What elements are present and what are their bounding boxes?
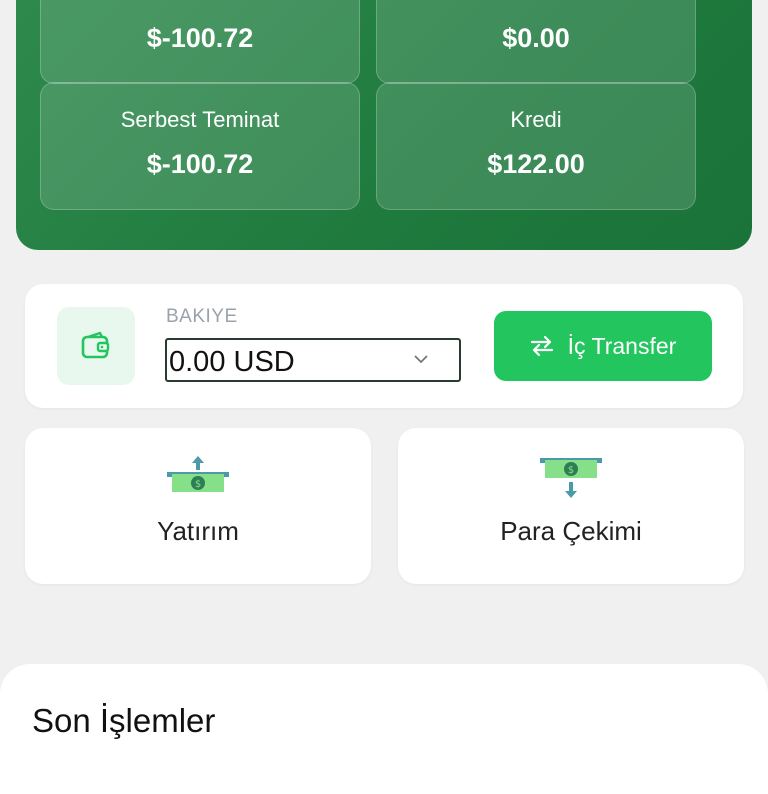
balance-selected-value: 0.00 USD xyxy=(169,346,295,378)
chevron-down-icon xyxy=(414,355,428,364)
internal-transfer-button[interactable]: İç Transfer xyxy=(494,311,712,381)
recent-transactions-panel: Son İşlemler xyxy=(0,664,768,794)
deposit-label: Yatırım xyxy=(157,516,239,546)
internal-transfer-label: İç Transfer xyxy=(567,332,677,359)
stat-value: $-100.72 xyxy=(146,149,254,179)
balance-select[interactable]: 0.00 USD xyxy=(165,338,461,382)
stat-label: Kredi xyxy=(510,107,562,132)
swap-arrows-icon xyxy=(530,335,553,357)
stat-card-2: $0.00 xyxy=(376,0,696,84)
deposit-button[interactable]: $ Yatırım xyxy=(25,428,371,584)
free-margin-card: Serbest Teminat $-100.72 xyxy=(40,82,360,210)
svg-text:$: $ xyxy=(195,479,201,490)
stat-value: $-100.72 xyxy=(146,23,254,53)
credit-card: Kredi $122.00 xyxy=(376,82,696,210)
balance-card: BAKIYE 0.00 USD İç Transfer xyxy=(25,284,743,408)
withdraw-money-icon: $ xyxy=(540,458,602,498)
stat-value: $0.00 xyxy=(502,23,570,53)
stat-value: $122.00 xyxy=(487,149,585,179)
deposit-money-icon: $ xyxy=(167,456,229,492)
stat-card-1: $-100.72 xyxy=(40,0,360,84)
withdraw-label: Para Çekimi xyxy=(500,516,642,546)
svg-text:$: $ xyxy=(568,465,574,476)
wallet-icon xyxy=(57,307,135,385)
withdraw-button[interactable]: $ Para Çekimi xyxy=(398,428,744,584)
stat-label: Serbest Teminat xyxy=(120,107,280,132)
recent-transactions-title: Son İşlemler xyxy=(32,702,216,739)
balance-label: BAKIYE xyxy=(166,306,238,327)
